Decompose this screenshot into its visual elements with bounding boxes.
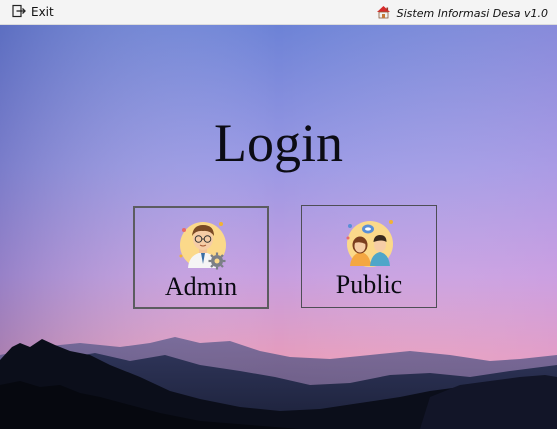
exit-label: Exit [31, 5, 54, 19]
app-title-text: Sistem Informasi Desa v1.0 [396, 7, 548, 20]
menu-bar: Exit Sistem Informasi Desa v1.0 [0, 0, 557, 25]
admin-label: Admin [164, 272, 238, 301]
public-label: Public [335, 270, 403, 299]
admin-avatar-icon [175, 216, 231, 272]
exit-icon [12, 3, 26, 22]
exit-menu-item[interactable]: Exit [8, 3, 58, 21]
background-scenery [0, 25, 557, 429]
public-users-icon [342, 214, 398, 270]
home-icon [376, 4, 391, 23]
admin-login-button[interactable]: Admin [133, 206, 269, 309]
login-heading: Login [214, 113, 343, 173]
app-title: Sistem Informasi Desa v1.0 [376, 4, 548, 23]
public-login-button[interactable]: Public [301, 205, 437, 308]
